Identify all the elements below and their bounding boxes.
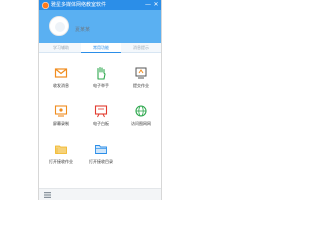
submit-homework-icon	[135, 67, 147, 79]
title-bar[interactable]: 雅星多媒体网络教室软件 — ✕	[39, 0, 161, 10]
feature-label: 屏幕录制	[53, 121, 69, 126]
avatar[interactable]	[49, 16, 69, 36]
screen-record-icon	[54, 105, 68, 117]
window-title: 雅星多媒体网络教室软件	[51, 2, 107, 8]
menu-icon[interactable]	[44, 192, 51, 198]
feature-grid: 收发消息 电子举手 提交作业 屏幕录制 电子白板 访问图网网 打开接收作业 打开…	[39, 60, 161, 188]
minimize-button[interactable]: —	[144, 0, 152, 10]
open-folder-icon	[55, 145, 67, 154]
feature-label: 电子白板	[93, 121, 109, 126]
app-logo-icon	[42, 1, 49, 9]
browse-icon	[135, 105, 147, 117]
app-window: 雅星多媒体网络教室软件 — ✕ 夏某某 学习辅助 常用功能 消息提示 收发消息 …	[38, 0, 162, 200]
tab-bar: 学习辅助 常用功能 消息提示	[39, 43, 161, 53]
feature-submit-homework[interactable]: 提交作业	[121, 64, 161, 94]
feature-whiteboard[interactable]: 电子白板	[81, 102, 121, 132]
feature-label: 打开接收目录	[89, 159, 113, 164]
envelope-icon	[54, 68, 68, 78]
feature-label: 打开接收作业	[49, 159, 73, 164]
feature-send-message[interactable]: 收发消息	[41, 64, 81, 94]
tab-messages[interactable]: 消息提示	[121, 43, 161, 52]
feature-open-received-homework[interactable]: 打开接收作业	[41, 140, 81, 170]
close-button[interactable]: ✕	[152, 0, 160, 10]
user-name: 夏某某	[75, 27, 91, 33]
feature-raise-hand[interactable]: 电子举手	[81, 64, 121, 94]
bottom-bar	[39, 188, 161, 200]
feature-label: 收发消息	[53, 83, 69, 88]
feature-label: 电子举手	[93, 83, 109, 88]
folder-icon	[95, 145, 107, 154]
tab-learning-aid[interactable]: 学习辅助	[41, 43, 81, 52]
raise-hand-icon	[97, 66, 106, 80]
feature-label: 提交作业	[133, 83, 149, 88]
whiteboard-icon	[94, 105, 108, 118]
user-header: 夏某某	[39, 10, 161, 43]
feature-screen-record[interactable]: 屏幕录制	[41, 102, 81, 132]
feature-open-receive-directory[interactable]: 打开接收目录	[81, 140, 121, 170]
feature-browse-web[interactable]: 访问图网网	[121, 102, 161, 132]
tab-common-functions[interactable]: 常用功能	[81, 43, 121, 53]
feature-label: 访问图网网	[131, 121, 151, 126]
